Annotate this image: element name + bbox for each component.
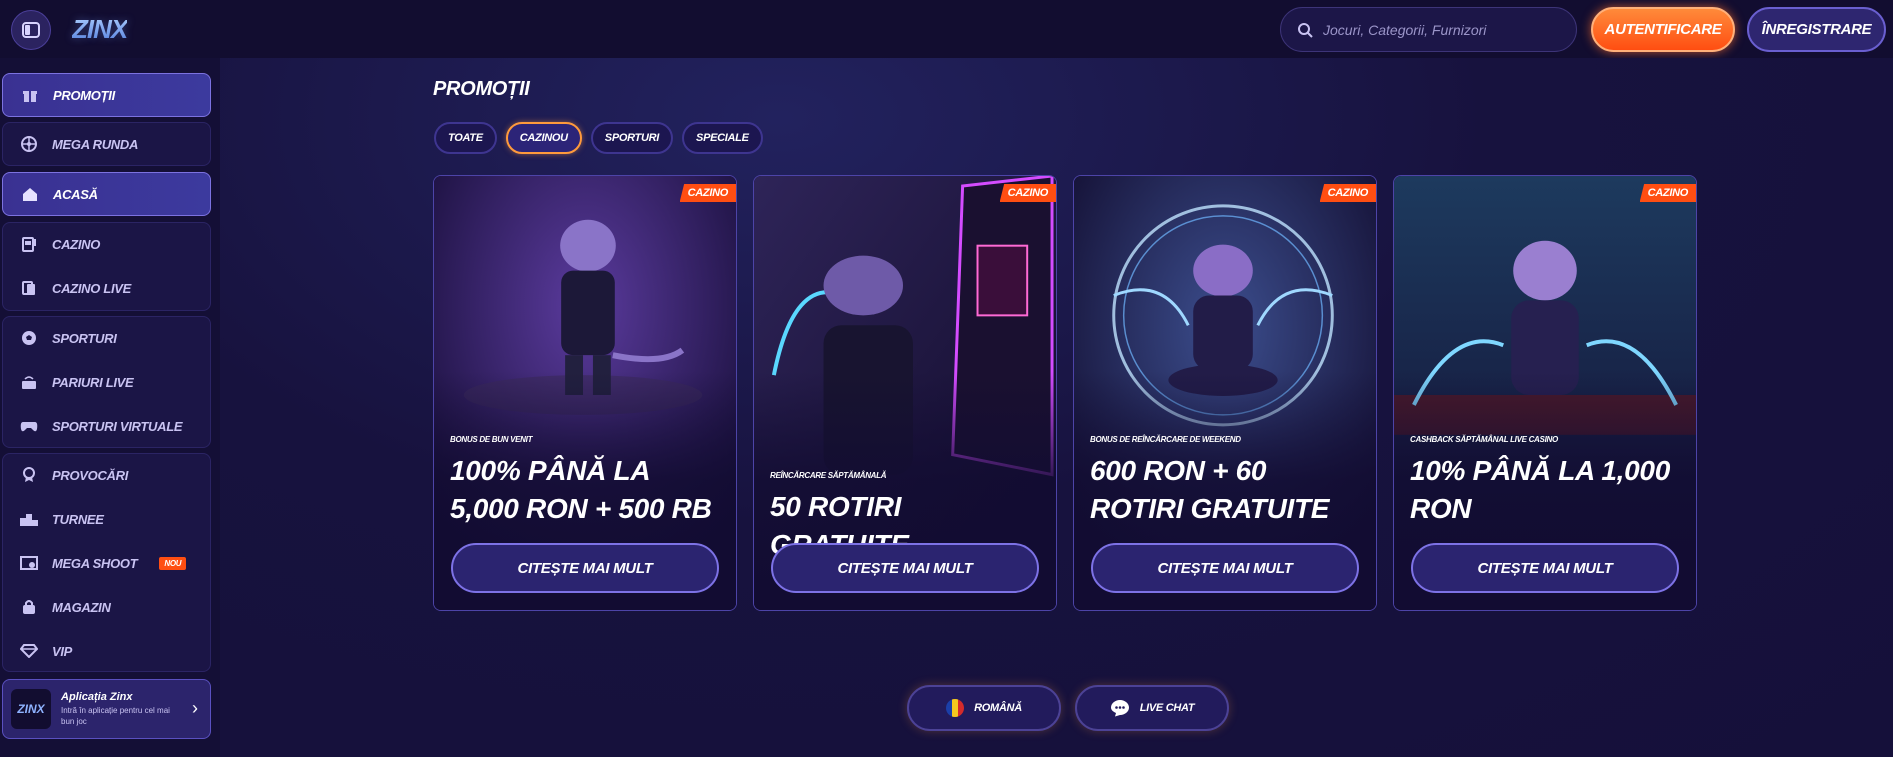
cards-icon (20, 279, 38, 297)
sidebar-item-sporturi-virtuale[interactable]: SPORTURI VIRTUALE (2, 404, 211, 448)
gamepad-icon (20, 417, 38, 435)
gift-icon (21, 86, 39, 104)
card-kicker: BONUS DE REÎNCĂRCARE DE WEEKEND (1090, 435, 1241, 444)
sidebar-item-label: VIP (52, 643, 73, 659)
sidebar-item-mega-shoot[interactable]: MEGA SHOOT NOU (2, 541, 211, 585)
card-kicker: CASHBACK SĂPTĂMÂNAL LIVE CASINO (1410, 435, 1558, 444)
search-input[interactable]: Jocuri, Categorii, Furnizori (1280, 7, 1577, 52)
romania-flag-icon (946, 699, 965, 717)
tab-sporturi[interactable]: SPORTURI (590, 122, 674, 154)
top-header: ZINX Jocuri, Categorii, Furnizori AUTENT… (0, 0, 1893, 58)
promo-card[interactable]: CAZINO BONUS DE BUN VENIT 100% PÂNĂ LA 5… (433, 175, 737, 611)
register-button[interactable]: ÎNREGISTRARE (1747, 7, 1886, 52)
chevron-right-icon: › (192, 698, 198, 718)
category-tag: CAZINO (999, 184, 1056, 202)
filter-tabs: TOATE CAZINOU SPORTURI SPECIALE (434, 122, 763, 154)
app-logo: ZINX (11, 689, 51, 729)
bag-icon (20, 598, 38, 616)
sidebar-item-label: MAGAZIN (52, 599, 111, 615)
read-more-button[interactable]: CITEȘTE MAI MULT (451, 543, 719, 593)
sidebar-item-label: SPORTURI (52, 330, 117, 346)
sidebar-item-cazino[interactable]: CAZINO (2, 222, 211, 266)
card-title: 10% PÂNĂ LA 1,000 RON (1410, 455, 1670, 524)
slot-machine-icon (20, 235, 38, 253)
sidebar-item-promotii[interactable]: PROMOȚII (2, 73, 211, 117)
promo-card[interactable]: CAZINO BONUS DE REÎNCĂRCARE DE WEEKEND 6… (1073, 175, 1377, 611)
sidebar-item-turnee[interactable]: TURNEE (2, 497, 211, 541)
card-kicker: REÎNCĂRCARE SĂPTĂMÂNALĂ (770, 471, 887, 480)
new-badge: NOU (159, 556, 187, 570)
search-icon (1298, 22, 1313, 38)
footer-actions: ROMÂNĂ LIVE CHAT (907, 685, 1229, 731)
sidebar-item-label: SPORTURI VIRTUALE (52, 418, 183, 434)
card-title: 100% PÂNĂ LA 5,000 RON + 500 RB (450, 455, 712, 524)
tab-toate[interactable]: TOATE (434, 122, 497, 154)
read-more-button[interactable]: CITEȘTE MAI MULT (771, 543, 1039, 593)
promo-cards: CAZINO BONUS DE BUN VENIT 100% PÂNĂ LA 5… (433, 175, 1697, 611)
tab-speciale[interactable]: SPECIALE (682, 122, 763, 154)
sidebar-toggle-button[interactable] (11, 10, 51, 50)
sidebar-item-cazino-live[interactable]: CAZINO LIVE (2, 266, 211, 310)
sidebar: PROMOȚII MEGA RUNDA ACASĂ CAZINO CAZINO … (0, 58, 220, 757)
card-kicker: BONUS DE BUN VENIT (450, 435, 533, 444)
sidebar-item-provocari[interactable]: PROVOCĂRI (2, 453, 211, 497)
sidebar-item-label: CAZINO LIVE (52, 280, 132, 296)
app-title: Aplicația Zinx (61, 691, 133, 703)
search-placeholder: Jocuri, Categorii, Furnizori (1323, 21, 1487, 38)
login-button[interactable]: AUTENTIFICARE (1591, 7, 1735, 52)
sidebar-item-sporturi[interactable]: SPORTURI (2, 316, 211, 360)
page-title: PROMOȚII (433, 78, 530, 100)
language-button[interactable]: ROMÂNĂ (907, 685, 1061, 731)
wheel-icon (20, 135, 38, 153)
goal-icon (20, 554, 38, 572)
sidebar-item-vip[interactable]: VIP (2, 629, 211, 673)
live-icon (20, 373, 38, 391)
podium-icon (20, 510, 38, 528)
live-chat-button[interactable]: LIVE CHAT (1075, 685, 1229, 731)
app-text: Aplicația Zinx Intră în aplicație pentru… (61, 691, 171, 727)
sidebar-item-magazin[interactable]: MAGAZIN (2, 585, 211, 629)
category-tag: CAZINO (1639, 184, 1696, 202)
card-title: 600 RON + 60 ROTIRI GRATUITE (1090, 455, 1330, 524)
sidebar-item-label: PROMOȚII (53, 87, 115, 103)
sidebar-item-pariuri-live[interactable]: PARIURI LIVE (2, 360, 211, 404)
live-chat-label: LIVE CHAT (1139, 702, 1195, 714)
tab-cazinou[interactable]: CAZINOU (505, 122, 582, 154)
zinx-logo[interactable]: ZINX (72, 14, 128, 44)
read-more-button[interactable]: CITEȘTE MAI MULT (1411, 543, 1679, 593)
promo-card[interactable]: CAZINO CASHBACK SĂPTĂMÂNAL LIVE CASINO 1… (1393, 175, 1697, 611)
sidebar-item-label: MEGA RUNDA (52, 136, 139, 152)
sidebar-item-label: MEGA SHOOT (52, 555, 138, 571)
sidebar-item-label: ACASĂ (53, 186, 98, 202)
chat-bubble-icon (1110, 700, 1129, 717)
language-label: ROMÂNĂ (974, 702, 1022, 714)
sidebar-item-mega-runda[interactable]: MEGA RUNDA (2, 122, 211, 166)
sidebar-item-label: PROVOCĂRI (52, 467, 129, 483)
sidebar-item-label: TURNEE (52, 511, 104, 527)
read-more-button[interactable]: CITEȘTE MAI MULT (1091, 543, 1359, 593)
medal-icon (20, 466, 38, 484)
category-tag: CAZINO (1319, 184, 1376, 202)
main-content: PROMOȚII TOATE CAZINOU SPORTURI SPECIALE… (220, 58, 1893, 757)
diamond-icon (20, 642, 38, 660)
sidebar-item-label: CAZINO (52, 236, 101, 252)
home-icon (21, 185, 39, 203)
football-icon (20, 329, 38, 347)
sidebar-item-acasa[interactable]: ACASĂ (2, 172, 211, 216)
sidebar-item-label: PARIURI LIVE (52, 374, 134, 390)
app-download-card[interactable]: ZINX Aplicația Zinx Intră în aplicație p… (2, 679, 211, 739)
category-tag: CAZINO (679, 184, 736, 202)
sidebar-panel-icon (22, 22, 40, 38)
app-subtitle: Intră în aplicație pentru cel mai bun jo… (61, 706, 170, 726)
promo-card[interactable]: CAZINO REÎNCĂRCARE SĂPTĂMÂNALĂ 50 ROTIRI… (753, 175, 1057, 611)
